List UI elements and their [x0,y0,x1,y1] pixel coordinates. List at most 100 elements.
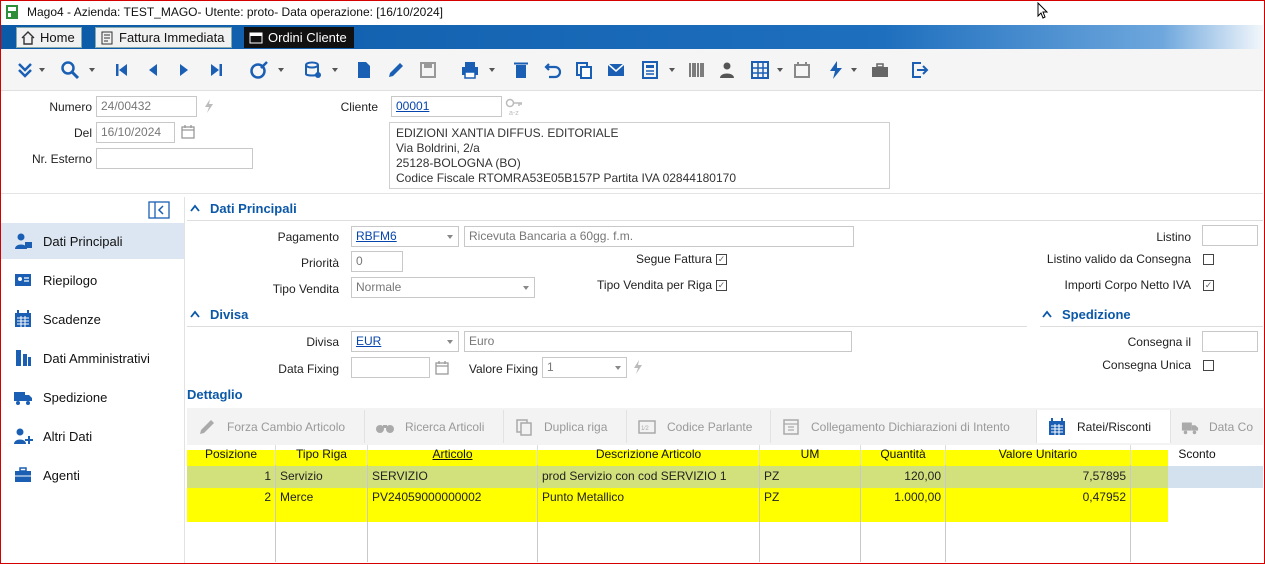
sidebar-item-scadenze[interactable]: Scadenze [1,301,184,337]
cell-tipo-riga[interactable]: Merce [276,488,367,509]
data-consegna-button[interactable]: Data Co [1171,410,1263,443]
cell-quantita[interactable]: 1.000,00 [861,488,945,509]
edit-button[interactable] [385,59,407,81]
forza-cambio-articolo-button[interactable]: Forza Cambio Articolo [187,410,365,443]
fixing-lightning-icon[interactable] [632,359,644,375]
sidebar-item-spedizione[interactable]: Spedizione [1,379,184,415]
divisa-code[interactable]: EUR [356,334,381,348]
cell-articolo[interactable]: PV24059000000002 [368,488,537,509]
first-record-button[interactable] [111,59,133,81]
delete-button[interactable] [510,59,532,81]
cell-posizione[interactable]: 2 [187,488,275,509]
print-button[interactable] [459,59,481,81]
calendar-tool-button[interactable] [791,59,813,81]
listino-valido-checkbox[interactable] [1203,254,1214,265]
last-record-button[interactable] [205,59,227,81]
dropdown-arrow-icon[interactable] [610,358,626,377]
column-header-um[interactable]: UM [760,445,861,465]
cell-tipo-riga[interactable]: Servizio [276,467,367,488]
chevron-up-icon[interactable] [1042,310,1052,318]
cell-articolo[interactable]: SERVIZIO [368,467,537,488]
numero-lightning-icon[interactable] [203,98,215,114]
database-button[interactable] [302,59,324,81]
column-header-posizione[interactable]: Posizione [187,445,276,465]
tipo-vendita-combo[interactable]: Normale [351,277,535,298]
pagamento-code-combo[interactable]: RBFM6 [351,226,459,247]
tab-home[interactable]: Home [16,27,82,48]
collapse-button[interactable] [14,59,36,81]
dropdown-arrow-icon[interactable] [442,227,458,246]
ricerca-articoli-button[interactable]: Ricerca Articoli [365,410,504,443]
numero-field[interactable]: 24/00432 [96,96,197,117]
del-date-field[interactable]: 16/10/2024 [96,122,175,143]
pagamento-code[interactable]: RBFM6 [356,229,397,243]
user-button[interactable] [716,59,738,81]
cell-valore-unitario[interactable]: 7,57895 [946,467,1130,488]
email-button[interactable] [605,59,627,81]
sidebar-item-altri-dati[interactable]: Altri Dati [1,418,184,454]
importi-netto-checkbox[interactable]: ✓ [1203,280,1214,291]
duplica-riga-button[interactable]: Duplica riga [504,410,627,443]
column-header-tipo-riga[interactable]: Tipo Riga [276,445,368,465]
tipo-vendita-riga-checkbox[interactable]: ✓ [716,280,727,291]
cliente-code-link[interactable]: 00001 [396,99,429,113]
divisa-code-combo[interactable]: EUR [351,331,459,352]
cell-posizione[interactable]: 1 [187,467,275,488]
wizard-button[interactable] [248,59,270,81]
undo-button[interactable] [542,59,564,81]
next-record-button[interactable] [173,59,195,81]
cell-valore-unitario[interactable]: 0,47952 [946,488,1130,509]
nr-esterno-field[interactable] [96,148,253,169]
cliente-field[interactable]: 00001 [391,96,502,117]
valore-fixing-field[interactable]: 1 [542,357,627,378]
key-az-icon[interactable]: a-z [505,97,525,117]
section-divisa-title[interactable]: Divisa [210,307,248,322]
sidebar-item-dati-principali[interactable]: Dati Principali [1,223,184,259]
report-button[interactable] [639,59,661,81]
save-button[interactable] [417,59,439,81]
cell-descrizione[interactable]: Punto Metallico [538,488,759,509]
section-spedizione-title[interactable]: Spedizione [1062,307,1131,322]
lightning-icon [830,61,842,79]
dropdown-arrow-icon[interactable] [442,332,458,351]
barcode-button[interactable] [686,59,708,81]
calendar-picker-icon[interactable] [434,360,450,376]
consegna-il-field[interactable] [1202,331,1258,352]
cell-um[interactable]: PZ [760,488,860,509]
sidebar-item-agenti[interactable]: Agenti [1,457,184,493]
column-header-descrizione[interactable]: Descrizione Articolo [538,445,760,465]
exit-button[interactable] [908,59,930,81]
actions-button[interactable] [825,59,847,81]
section-dati-principali-title[interactable]: Dati Principali [210,201,297,216]
column-header-sconto[interactable]: Sconto [1131,445,1263,465]
column-header-valore-unitario[interactable]: Valore Unitario [946,445,1131,465]
previous-record-button[interactable] [142,59,164,81]
data-fixing-field[interactable] [351,357,430,378]
ratei-risconti-button[interactable]: Ratei/Risconti [1037,410,1171,443]
search-button[interactable] [59,59,81,81]
codice-parlante-button[interactable]: 1⁄2 Codice Parlante [627,410,771,443]
sidebar-item-dati-amministrativi[interactable]: Dati Amministrativi [1,340,184,376]
chevron-up-icon[interactable] [190,204,200,212]
grid-button[interactable] [749,59,771,81]
cell-quantita[interactable]: 120,00 [861,467,945,488]
cell-um[interactable]: PZ [760,467,860,488]
collapse-sidebar-icon[interactable] [148,201,170,219]
listino-field[interactable] [1202,225,1258,246]
chevron-up-icon[interactable] [190,310,200,318]
toolbox-button[interactable] [869,59,891,81]
consegna-unica-checkbox[interactable] [1203,360,1214,371]
column-header-quantita[interactable]: Quantità [861,445,946,465]
cell-descrizione[interactable]: prod Servizio con cod SERVIZIO 1 [538,467,759,488]
column-header-articolo[interactable]: Articolo [368,445,538,465]
copy-button[interactable] [573,59,595,81]
segue-fattura-checkbox[interactable]: ✓ [716,254,727,265]
collegamento-dichiarazioni-button[interactable]: Collegamento Dichiarazioni di Intento [771,410,1037,443]
dropdown-arrow-icon[interactable] [518,278,534,297]
calendar-picker-icon[interactable] [180,124,196,140]
tab-ordini-cliente[interactable]: Ordini Cliente [244,27,354,48]
tab-fattura-immediata[interactable]: Fattura Immediata [95,27,232,48]
new-document-button[interactable] [353,59,375,81]
priorita-field[interactable]: 0 [351,251,403,272]
sidebar-item-riepilogo[interactable]: Riepilogo [1,262,184,298]
